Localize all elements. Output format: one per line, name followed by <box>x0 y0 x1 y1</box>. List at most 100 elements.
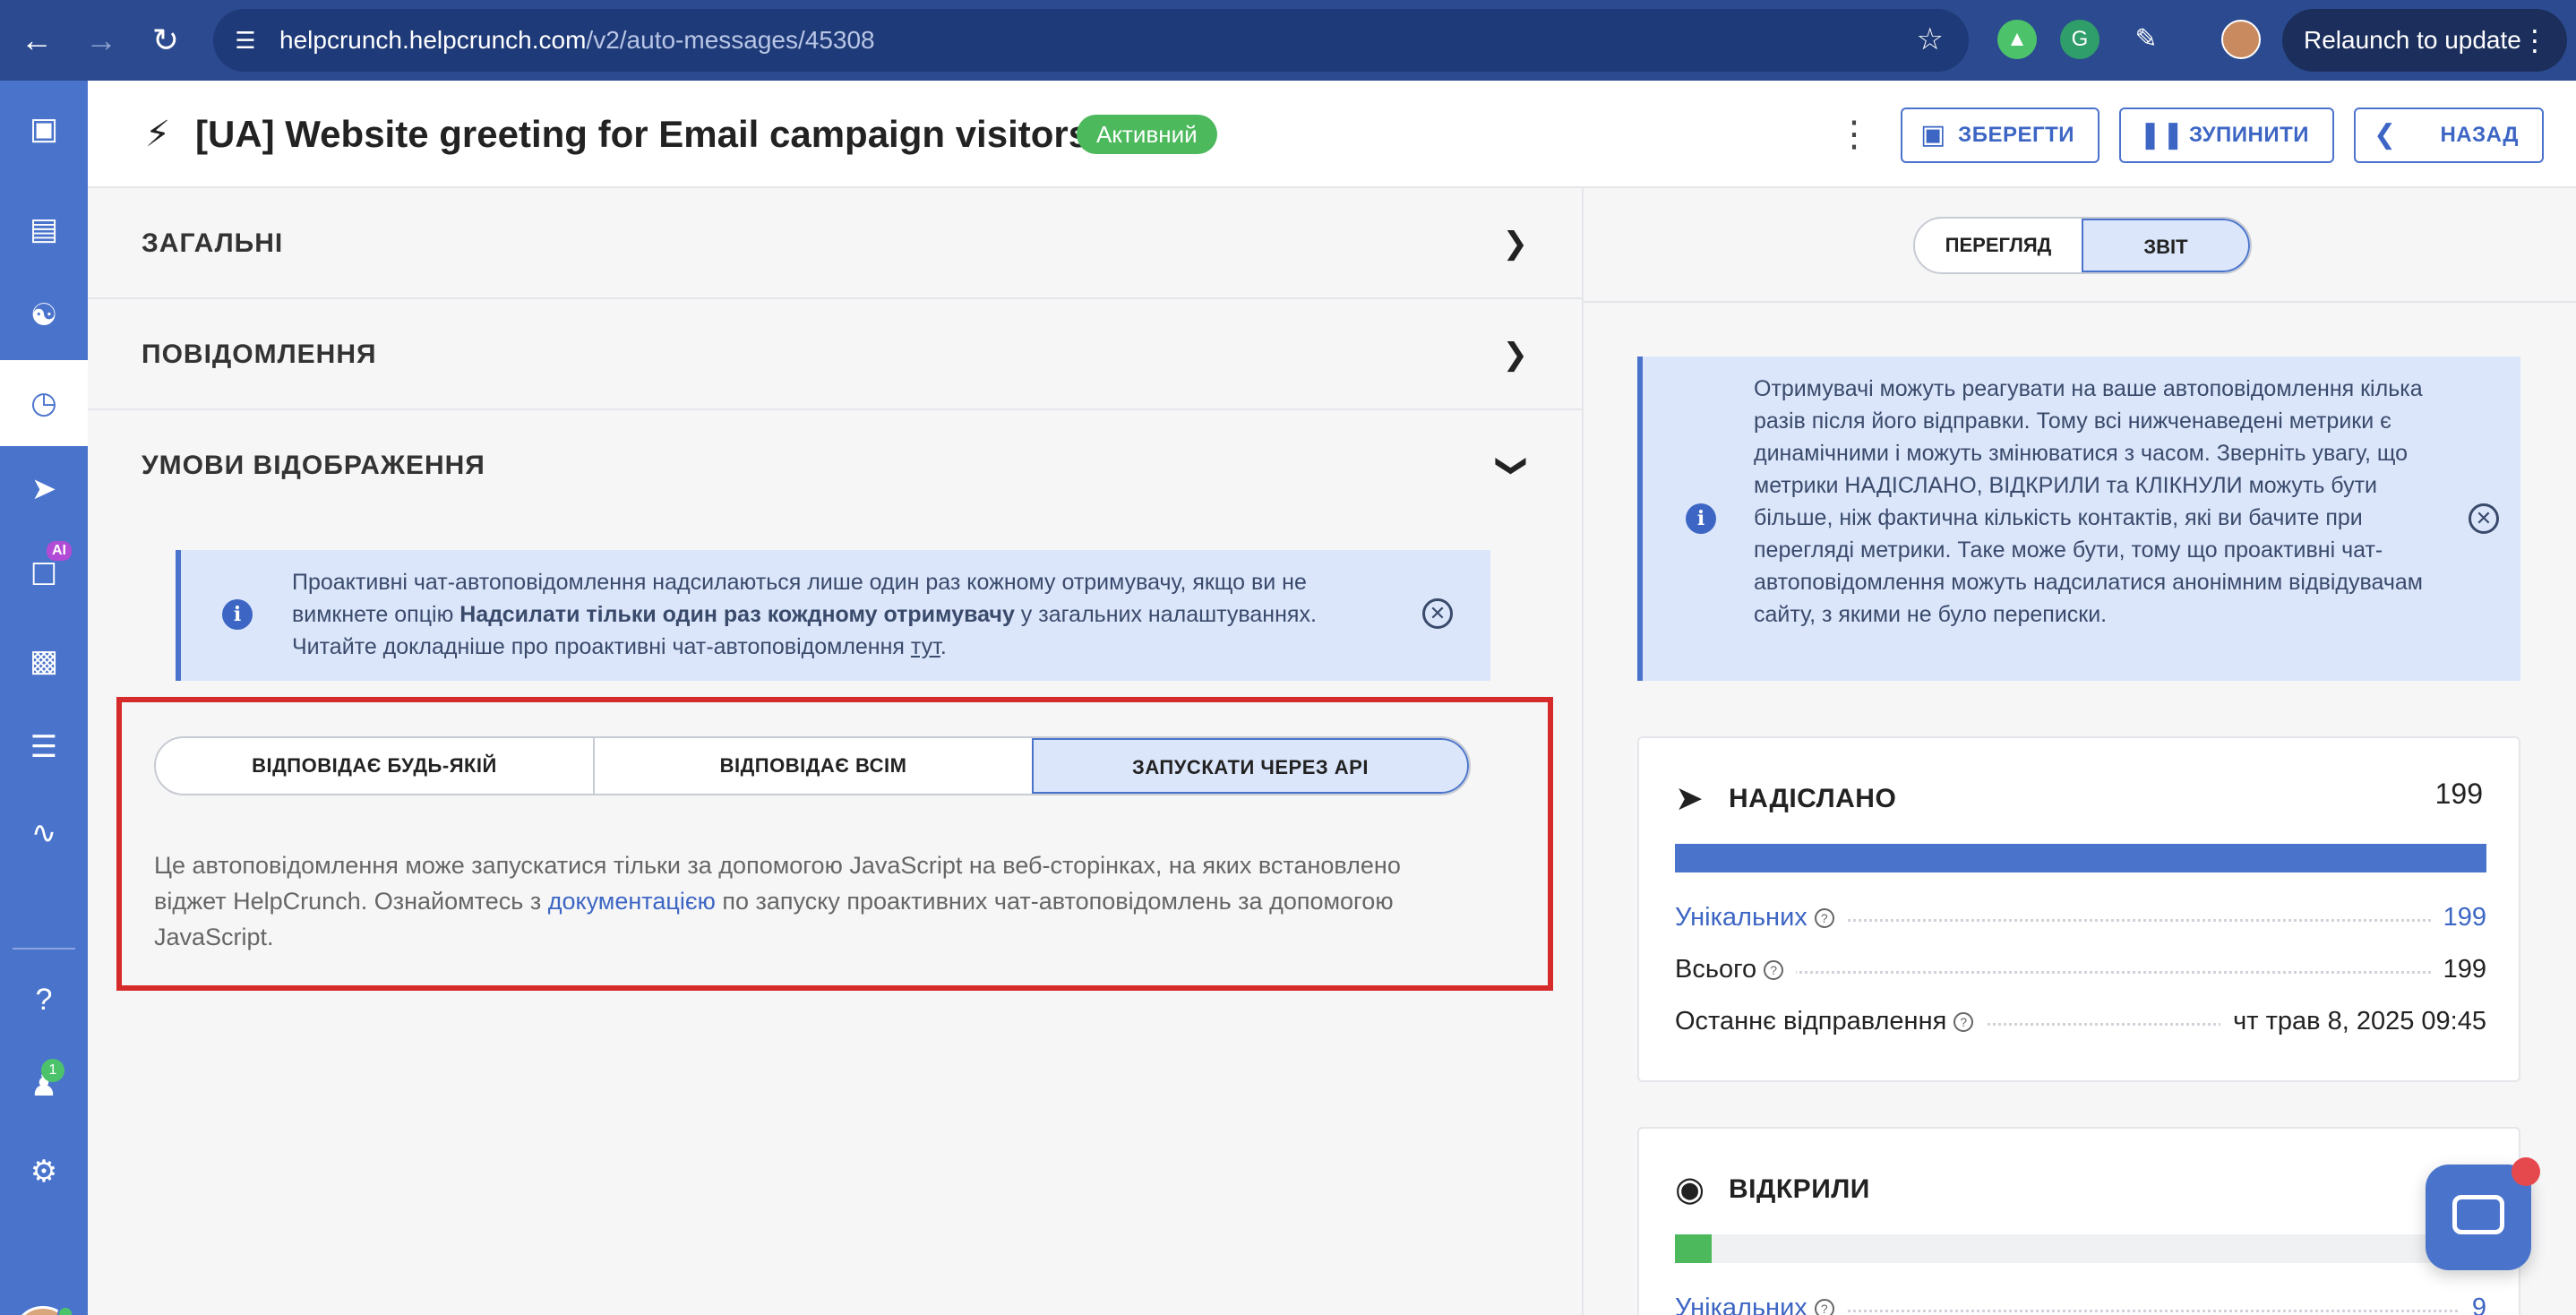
chevron-left-icon: ❮ <box>2374 120 2397 150</box>
grammarly-icon[interactable]: G <box>2060 20 2099 59</box>
help-icon[interactable]: ? <box>0 957 88 1043</box>
info-icon: i <box>222 599 253 630</box>
profile-avatar-icon[interactable] <box>2221 20 2261 59</box>
stat-label[interactable]: Унікальних? <box>1675 1288 1847 1315</box>
tab-preview[interactable]: ПЕРЕГЛЯД <box>1915 219 2082 272</box>
option-match-all[interactable]: ВІДПОВІДАЄ ВСІМ <box>595 738 1032 794</box>
ai-bot-icon[interactable]: ☐ <box>0 532 88 618</box>
extension-thumb-icon[interactable]: ▲ <box>1997 20 2037 59</box>
view-toggle-bar: ПЕРЕГЛЯД ЗВІТ <box>1584 188 2576 303</box>
stat-label[interactable]: Унікальних? <box>1675 898 1847 937</box>
send-icon: ➤ <box>1675 780 1704 818</box>
documentation-link[interactable]: документацією <box>548 888 716 915</box>
sent-progress-fill <box>1675 844 2486 872</box>
chat-icon[interactable]: ▣ <box>0 86 88 172</box>
sidebar-divider <box>13 948 75 950</box>
section-message[interactable]: ПОВІДОМЛЕННЯ ❯ <box>88 299 1582 410</box>
campaigns-icon[interactable]: ➤ <box>0 446 88 532</box>
highlight-annotation: ВІДПОВІДАЄ БУДЬ-ЯКІЙ ВІДПОВІДАЄ ВСІМ ЗАП… <box>116 697 1553 991</box>
stop-button[interactable]: ❚❚ ЗУПИНИТИ <box>2119 107 2334 163</box>
section-display-conditions[interactable]: УМОВИ ВІДОБРАЖЕННЯ ❯ <box>88 410 1582 521</box>
pause-icon: ❚❚ <box>2139 120 2185 150</box>
metrics-info-banner: i Отримувачі можуть реагувати на ваше ав… <box>1637 357 2520 681</box>
back-button[interactable]: ❮ НАЗАД <box>2354 107 2544 163</box>
stat-label-text: Унікальних <box>1675 1294 1807 1315</box>
save-button[interactable]: ▣ ЗБЕРЕГТИ <box>1901 107 2099 163</box>
status-badge: Активний <box>1077 115 1217 154</box>
back-arrow-icon[interactable]: ← <box>14 18 59 63</box>
info-banner-text: Проактивні чат-автоповідомлення надсилаю… <box>292 566 1403 663</box>
dotted-leader <box>1675 971 2486 974</box>
ai-badge: AI <box>47 541 72 561</box>
reports-icon[interactable]: ∿ <box>0 790 88 876</box>
notification-dot <box>2512 1157 2540 1186</box>
browser-menu-icon[interactable]: ⋮ <box>2520 9 2549 72</box>
page-title: [UA] Website greeting for Email campaign… <box>195 113 1090 155</box>
bookmark-star-icon[interactable]: ☆ <box>1917 21 1944 57</box>
tickets-icon[interactable]: ▩ <box>0 618 88 704</box>
opened-progress-bar <box>1675 1234 2486 1263</box>
stat-label-text: Останнє відправлення <box>1675 1007 1947 1036</box>
info-banner: i Проактивні чат-автоповідомлення надсил… <box>176 550 1490 681</box>
auto-messages-icon[interactable]: ◷ <box>0 360 88 446</box>
help-circle-icon[interactable]: ? <box>1814 1299 1834 1315</box>
site-settings-icon[interactable]: ☰ <box>229 24 262 56</box>
stat-value[interactable]: 9 <box>2459 1288 2486 1315</box>
save-label: ЗБЕРЕГТИ <box>1958 123 2074 147</box>
settings-icon[interactable]: ⚙ <box>0 1129 88 1215</box>
metrics-info-text: Отримувачі можуть реагувати на ваше авто… <box>1754 376 2423 627</box>
url-text[interactable]: helpcrunch.helpcrunch.com/v2/auto-messag… <box>279 9 875 72</box>
option-run-via-api[interactable]: ЗАПУСКАТИ ЧЕРЕЗ API <box>1032 738 1469 794</box>
section-general[interactable]: ЗАГАЛЬНІ ❯ <box>88 188 1582 299</box>
online-status-dot <box>57 1306 73 1315</box>
opened-progress-fill <box>1675 1234 1712 1263</box>
info-icon: i <box>1686 503 1716 534</box>
stat-label: Всього? <box>1675 950 1797 989</box>
stat-value: чт трав 8, 2025 09:45 <box>2220 1001 2486 1041</box>
relaunch-button[interactable]: Relaunch to update ⋮ <box>2282 9 2567 72</box>
close-icon[interactable]: ✕ <box>2469 503 2499 534</box>
section-message-title: ПОВІДОМЛЕННЯ <box>142 339 377 369</box>
info-text-part3: . <box>940 634 947 659</box>
extensions-puzzle-icon[interactable]: ✎ <box>2126 20 2166 59</box>
address-bar[interactable]: ☰ helpcrunch.helpcrunch.com/v2/auto-mess… <box>213 9 1969 72</box>
browser-toolbar: ← → ↻ ☰ helpcrunch.helpcrunch.com/v2/aut… <box>0 0 2576 81</box>
stat-value: 199 <box>2430 950 2486 989</box>
report-pane: ПЕРЕГЛЯД ЗВІТ i Отримувачі можуть реагув… <box>1582 188 2576 1315</box>
tab-report[interactable]: ЗВІТ <box>2082 219 2250 272</box>
opened-card: ◉ ВІДКРИЛИ 4. Унікальних? 9 <box>1637 1127 2520 1315</box>
help-circle-icon[interactable]: ? <box>1953 1012 1974 1033</box>
stat-row: Унікальних? 199 <box>1675 898 2486 937</box>
view-toggle: ПЕРЕГЛЯД ЗВІТ <box>1913 217 2252 274</box>
condition-mode-selector: ВІДПОВІДАЄ БУДЬ-ЯКІЙ ВІДПОВІДАЄ ВСІМ ЗАП… <box>154 736 1471 795</box>
knowledge-base-icon[interactable]: ☰ <box>0 704 88 790</box>
opened-title: ВІДКРИЛИ <box>1729 1174 1870 1204</box>
inbox-icon[interactable]: ▤ <box>0 186 88 272</box>
team-icon[interactable]: ♟ <box>0 1043 88 1129</box>
stat-row: Всього? 199 <box>1675 950 2486 989</box>
lightning-icon: ⚡ <box>145 115 171 154</box>
option-match-any[interactable]: ВІДПОВІДАЄ БУДЬ-ЯКІЙ <box>156 738 593 794</box>
stop-label: ЗУПИНИТИ <box>2188 123 2309 147</box>
reload-icon[interactable]: ↻ <box>143 18 188 63</box>
editor-pane: ЗАГАЛЬНІ ❯ ПОВІДОМЛЕННЯ ❯ УМОВИ ВІДОБРАЖ… <box>88 188 1582 1315</box>
chevron-right-icon: ❯ <box>1502 227 1529 261</box>
info-text-bold: Надсилати тільки один раз кождному отрим… <box>459 602 1015 627</box>
info-link[interactable]: тут <box>911 634 940 659</box>
floppy-disk-icon: ▣ <box>1920 120 1946 150</box>
back-label: НАЗАД <box>2440 123 2519 147</box>
page-header: ⚡ [UA] Website greeting for Email campai… <box>88 81 2576 188</box>
sent-card: ➤ НАДІСЛАНО 199 Унікальних? 199 Всього? … <box>1637 736 2520 1082</box>
stat-value[interactable]: 199 <box>2430 898 2486 937</box>
section-general-title: ЗАГАЛЬНІ <box>142 228 284 258</box>
forward-arrow-icon[interactable]: → <box>79 18 124 63</box>
chevron-down-icon: ❯ <box>1494 452 1529 479</box>
contacts-icon[interactable]: ☯ <box>0 272 88 358</box>
close-icon[interactable]: ✕ <box>1422 598 1453 629</box>
stat-label-text: Всього <box>1675 955 1757 984</box>
chevron-right-icon: ❯ <box>1502 338 1529 372</box>
team-count-badge: 1 <box>41 1059 64 1082</box>
more-options-icon[interactable]: ⋮ <box>1836 107 1872 161</box>
help-circle-icon[interactable]: ? <box>1764 960 1784 981</box>
help-circle-icon[interactable]: ? <box>1814 908 1834 929</box>
